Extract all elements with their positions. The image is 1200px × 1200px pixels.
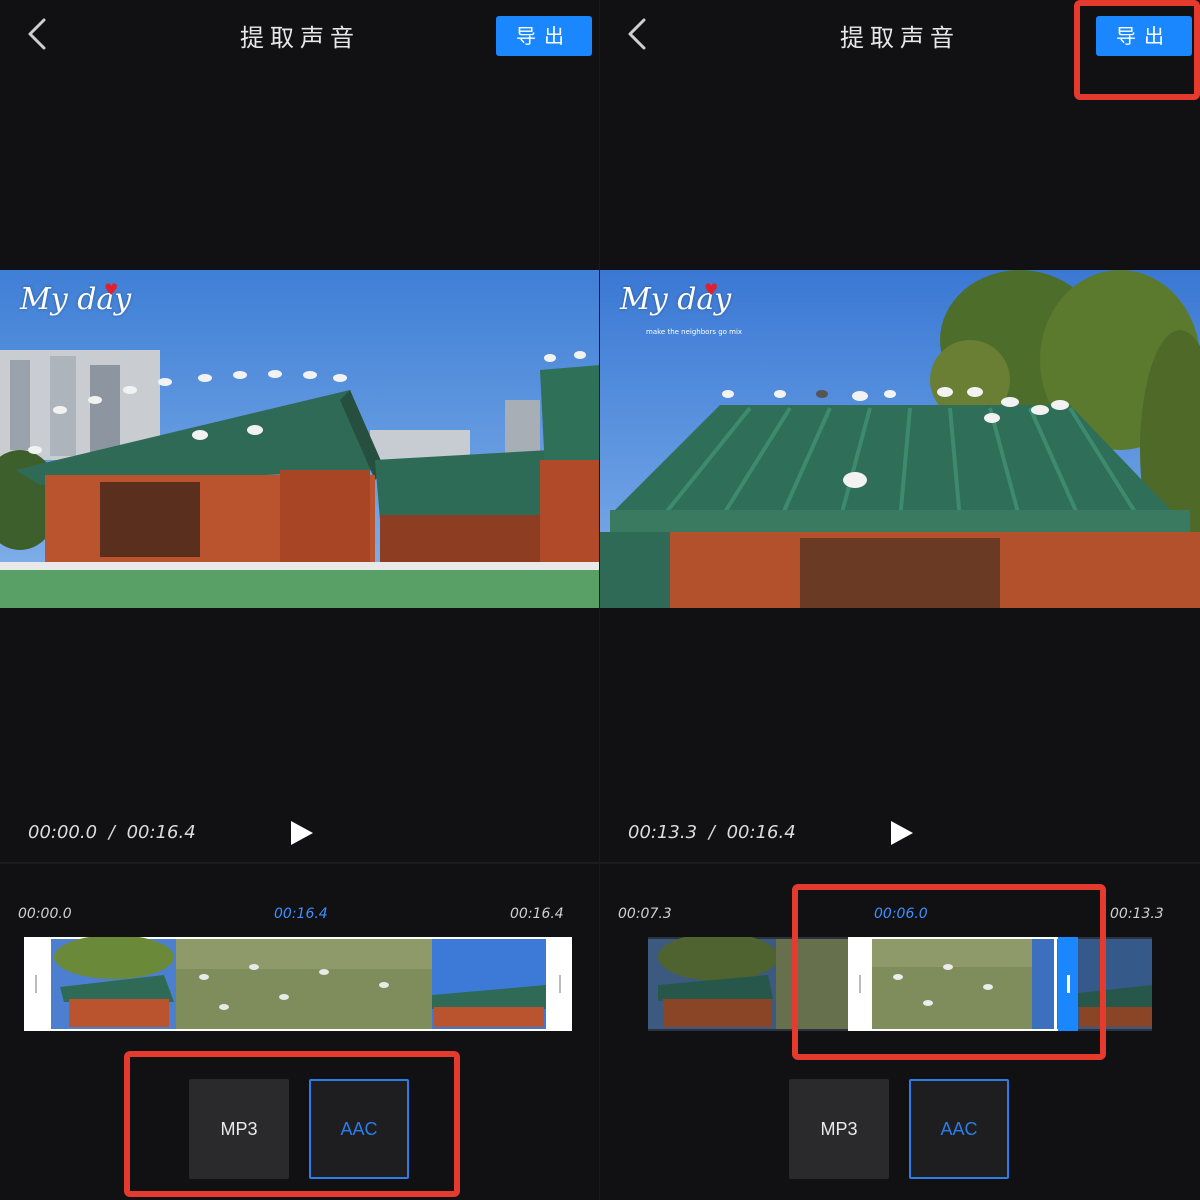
timeline-start-time: 00:00.0 — [18, 906, 72, 922]
page-title: 提取声音 — [840, 24, 960, 52]
time-separator: / — [108, 822, 115, 843]
timeline-strip[interactable] — [24, 937, 572, 1031]
timeline-selection-duration: 00:06.0 — [874, 906, 928, 922]
video-preview[interactable]: My day ♥ — [0, 270, 600, 608]
highlight-format-buttons — [124, 1051, 460, 1197]
location-pin-icon — [524, 536, 600, 608]
page-title: 提取声音 — [240, 24, 360, 52]
timeline-end-time: 00:13.3 — [1110, 906, 1164, 922]
timeline-selection-duration: 00:16.4 — [274, 906, 328, 922]
video-preview[interactable]: My day make the neighbors go mix ♥ — [600, 270, 1200, 608]
timeline-start-time: 00:07.3 — [618, 906, 672, 922]
format-mp3-button[interactable]: MP3 — [189, 1079, 289, 1179]
location-pin-icon — [1124, 530, 1200, 608]
current-time: 00:00.0 — [28, 822, 98, 843]
format-aac-button[interactable]: AAC — [909, 1079, 1009, 1179]
format-mp3-button[interactable]: MP3 — [789, 1079, 889, 1179]
divider — [600, 862, 1200, 864]
export-button[interactable]: 导出 — [1096, 16, 1192, 56]
play-icon[interactable] — [886, 818, 916, 848]
timeline-thumbnails — [24, 937, 572, 1031]
chevron-left-icon — [28, 18, 46, 50]
chevron-left-icon — [628, 18, 646, 50]
timeline-strip[interactable] — [648, 937, 1152, 1031]
time-separator: / — [708, 822, 715, 843]
heart-icon: ♥ — [104, 280, 119, 299]
current-time: 00:13.3 — [628, 822, 698, 843]
total-time: 00:16.4 — [126, 822, 196, 843]
screen-right: 提取声音 导出 My day make the neighbors go mix… — [600, 0, 1200, 1200]
back-button[interactable] — [622, 14, 658, 54]
divider — [0, 862, 600, 864]
export-button[interactable]: 导出 — [496, 16, 592, 56]
total-time: 00:16.4 — [726, 822, 796, 843]
format-aac-button[interactable]: AAC — [309, 1079, 409, 1179]
screen-left: 提取声音 导出 My day ♥ 00:00.0 / 00:16.4 00:00… — [0, 0, 600, 1200]
timeline-thumbnails — [648, 937, 1152, 1031]
timeline-end-time: 00:16.4 — [510, 906, 564, 922]
playback-time: 00:00.0 / 00:16.4 — [28, 822, 196, 843]
heart-icon: ♥ — [704, 280, 719, 299]
playback-time: 00:13.3 / 00:16.4 — [628, 822, 796, 843]
watermark-subtext: make the neighbors go mix — [646, 328, 743, 336]
play-icon[interactable] — [286, 818, 316, 848]
back-button[interactable] — [22, 14, 58, 54]
